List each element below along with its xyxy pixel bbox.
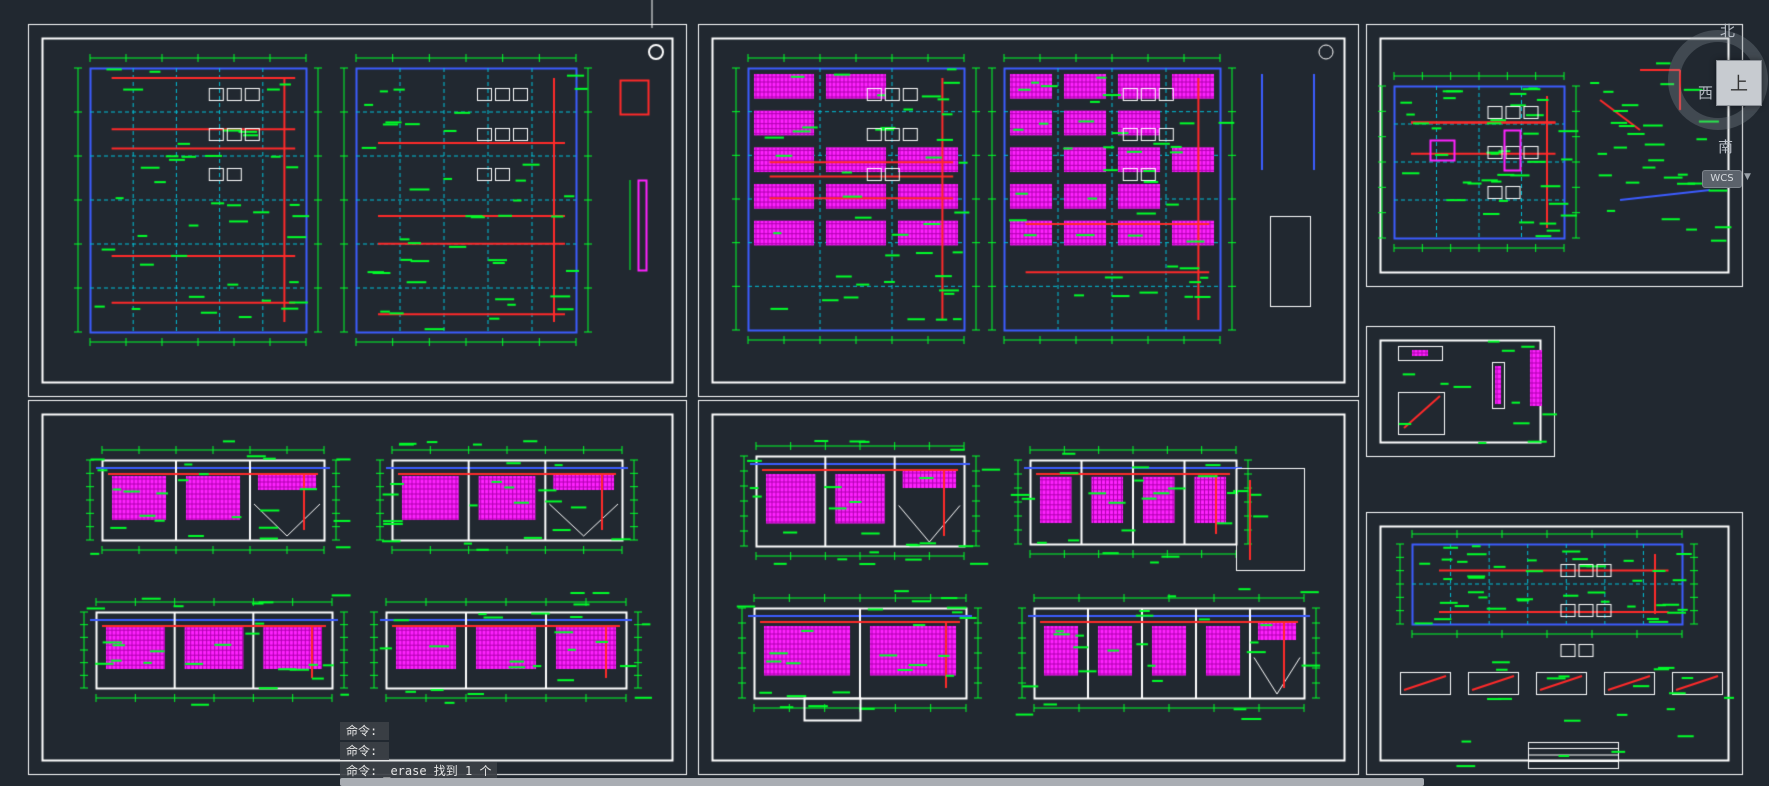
viewcube-top-face[interactable]: 上: [1716, 60, 1762, 106]
chevron-down-icon[interactable]: ▼: [1744, 172, 1751, 182]
wcs-menu-button[interactable]: WCS: [1702, 170, 1742, 188]
command-history-line: 命令:: [340, 742, 390, 760]
horizontal-scrollbar[interactable]: [340, 778, 1424, 786]
viewcube[interactable]: 北 西 南 上 WCS ▼: [1660, 10, 1768, 190]
command-history-line: 命令:: [340, 722, 390, 740]
command-prompt: 命令:: [346, 764, 378, 778]
command-text: _erase 找到 1 个: [383, 764, 492, 778]
command-prompt: 命令:: [346, 744, 378, 758]
cad-drawing-canvas[interactable]: [0, 0, 1769, 786]
command-prompt: 命令:: [346, 724, 378, 738]
compass-south-label[interactable]: 南: [1718, 136, 1733, 157]
compass-west-label[interactable]: 西: [1698, 82, 1713, 103]
compass-north-label[interactable]: 北: [1720, 20, 1735, 41]
